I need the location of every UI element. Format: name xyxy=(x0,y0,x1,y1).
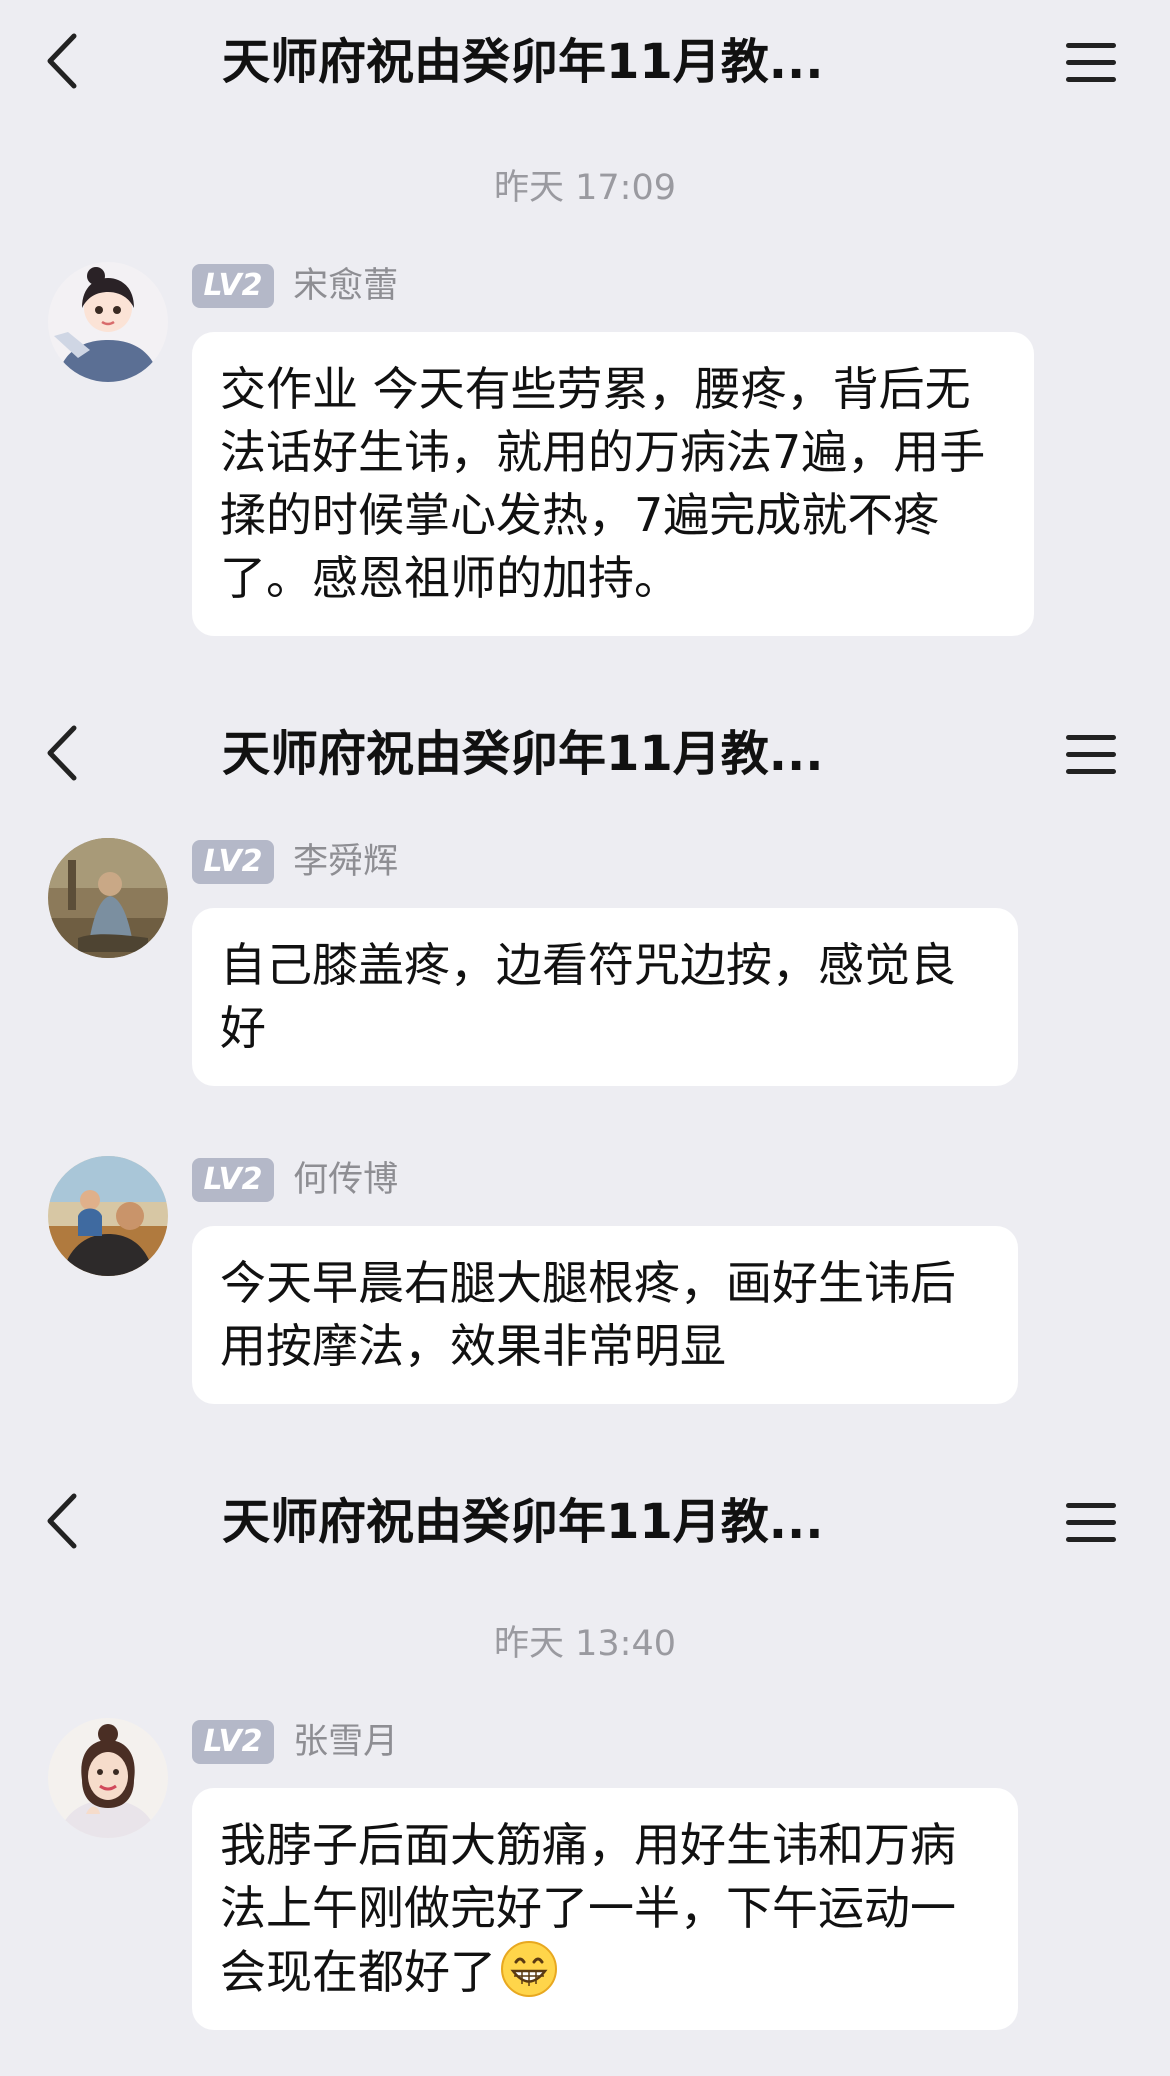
sender-name[interactable]: 张雪月 xyxy=(293,1720,398,1764)
chat-screenshots: 天师府祝由癸卯年11月教... 昨天 17:09 LV2 宋愈蕾 交作业 今天有… xyxy=(0,0,1170,2076)
level-badge: LV2 xyxy=(192,840,274,884)
message-timestamp: 昨天 17:09 xyxy=(494,168,676,208)
chat-title: 天师府祝由癸卯年11月教... xyxy=(222,34,824,90)
message-text: 我脖子后面大筋痛，用好生讳和万病法上午刚做完好了一半，下午运动一会现在都好了 xyxy=(220,1818,956,1999)
message-meta: LV2 张雪月 xyxy=(192,1720,398,1766)
hamburger-menu-icon xyxy=(1066,43,1116,82)
back-button[interactable] xyxy=(40,720,90,786)
avatar-image xyxy=(48,838,168,958)
avatar[interactable] xyxy=(48,1156,168,1276)
message-text: 自己膝盖疼，边看符咒边按，感觉良好 xyxy=(220,938,956,1055)
avatar[interactable] xyxy=(48,1718,168,1838)
message-text: 交作业 今天有些劳累，腰疼，背后无法话好生讳，就用的万病法7遍，用手揉的时候掌心… xyxy=(220,362,986,605)
grinning-face-emoji-icon xyxy=(500,1940,558,1998)
level-badge: LV2 xyxy=(192,1158,274,1202)
back-button[interactable] xyxy=(40,1488,90,1554)
menu-button[interactable] xyxy=(1064,1498,1118,1548)
message-text-container: 我脖子后面大筋痛，用好生讳和万病法上午刚做完好了一半，下午运动一会现在都好了 xyxy=(220,1814,992,2004)
avatar-image xyxy=(48,262,168,382)
avatar-image xyxy=(48,1718,168,1838)
message-bubble[interactable]: 我脖子后面大筋痛，用好生讳和万病法上午刚做完好了一半，下午运动一会现在都好了 xyxy=(192,1788,1018,2030)
menu-button[interactable] xyxy=(1064,730,1118,780)
message-meta: LV2 李舜辉 xyxy=(192,840,398,886)
message-text: 今天早晨右腿大腿根疼，画好生讳后用按摩法，效果非常明显 xyxy=(220,1256,956,1373)
sender-name[interactable]: 宋愈蕾 xyxy=(293,264,398,308)
hamburger-menu-icon xyxy=(1066,1503,1116,1542)
level-badge: LV2 xyxy=(192,264,274,308)
message-bubble[interactable]: 自己膝盖疼，边看符咒边按，感觉良好 xyxy=(192,908,1018,1086)
level-badge: LV2 xyxy=(192,1720,274,1764)
message-timestamp: 昨天 13:40 xyxy=(494,1624,676,1664)
chat-header: 天师府祝由癸卯年11月教... xyxy=(0,692,1170,812)
sender-name[interactable]: 李舜辉 xyxy=(293,840,398,884)
avatar[interactable] xyxy=(48,262,168,382)
message-bubble[interactable]: 交作业 今天有些劳累，腰疼，背后无法话好生讳，就用的万病法7遍，用手揉的时候掌心… xyxy=(192,332,1034,636)
menu-button[interactable] xyxy=(1064,38,1118,88)
chat-title: 天师府祝由癸卯年11月教... xyxy=(222,1494,824,1550)
avatar[interactable] xyxy=(48,838,168,958)
sender-name[interactable]: 何传博 xyxy=(293,1158,398,1202)
message-bubble[interactable]: 今天早晨右腿大腿根疼，画好生讳后用按摩法，效果非常明显 xyxy=(192,1226,1018,1404)
message-meta: LV2 何传博 xyxy=(192,1158,398,1204)
message-meta: LV2 宋愈蕾 xyxy=(192,264,398,310)
hamburger-menu-icon xyxy=(1066,735,1116,774)
avatar-image xyxy=(48,1156,168,1276)
back-button[interactable] xyxy=(40,28,90,94)
chat-title: 天师府祝由癸卯年11月教... xyxy=(222,726,824,782)
chevron-left-icon xyxy=(47,725,77,781)
chevron-left-icon xyxy=(47,33,77,89)
chevron-left-icon xyxy=(47,1493,77,1549)
chat-header: 天师府祝由癸卯年11月教... xyxy=(0,1460,1170,1580)
chat-header: 天师府祝由癸卯年11月教... xyxy=(0,0,1170,120)
